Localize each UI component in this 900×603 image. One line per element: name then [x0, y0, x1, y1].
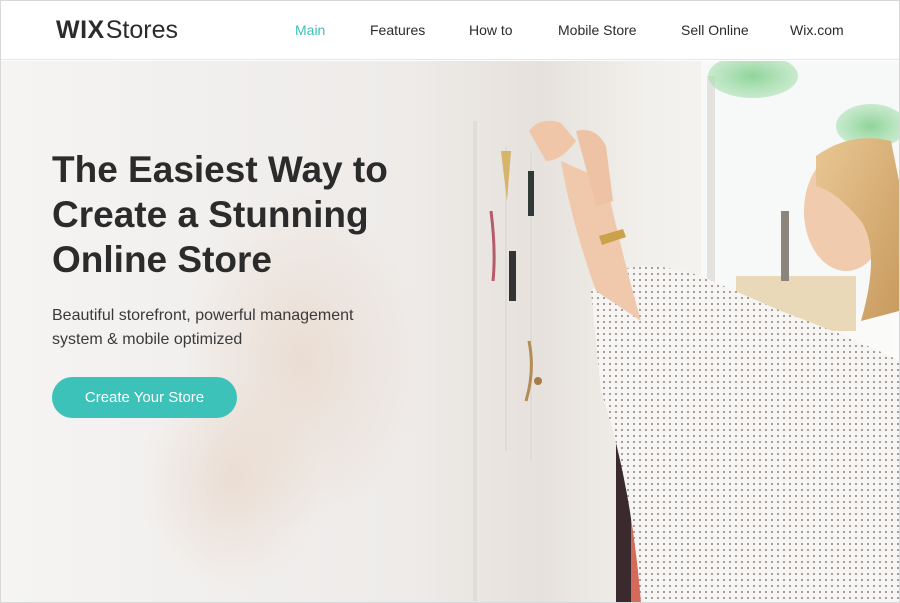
nav-item-mobile-store[interactable]: Mobile Store: [558, 22, 637, 38]
create-your-store-button[interactable]: Create Your Store: [52, 377, 237, 418]
hero-section: The Easiest Way to Create a Stunning Onl…: [1, 61, 899, 602]
hero-subtitle: Beautiful storefront, powerful managemen…: [52, 304, 392, 352]
page-frame: WIX Stores Main Features How to Mobile St…: [0, 0, 900, 603]
main-nav: Main Features How to Mobile Store Sell O…: [1, 1, 899, 60]
hero-title-line-3: Online Store: [52, 239, 272, 280]
hero-title-line-2: Create a Stunning: [52, 194, 369, 235]
nav-item-features[interactable]: Features: [370, 22, 425, 38]
hero-content: The Easiest Way to Create a Stunning Onl…: [52, 147, 472, 352]
nav-item-how-to[interactable]: How to: [469, 22, 513, 38]
nav-item-main[interactable]: Main: [295, 22, 325, 38]
nav-item-wix-com[interactable]: Wix.com: [790, 22, 844, 38]
hero-title: The Easiest Way to Create a Stunning Onl…: [52, 147, 472, 282]
hero-subtitle-line-2: system & mobile optimized: [52, 331, 243, 348]
hero-subtitle-line-1: Beautiful storefront, powerful managemen…: [52, 307, 354, 324]
nav-item-sell-online[interactable]: Sell Online: [681, 22, 749, 38]
hero-title-line-1: The Easiest Way to: [52, 149, 388, 190]
site-header: WIX Stores Main Features How to Mobile St…: [1, 1, 899, 60]
